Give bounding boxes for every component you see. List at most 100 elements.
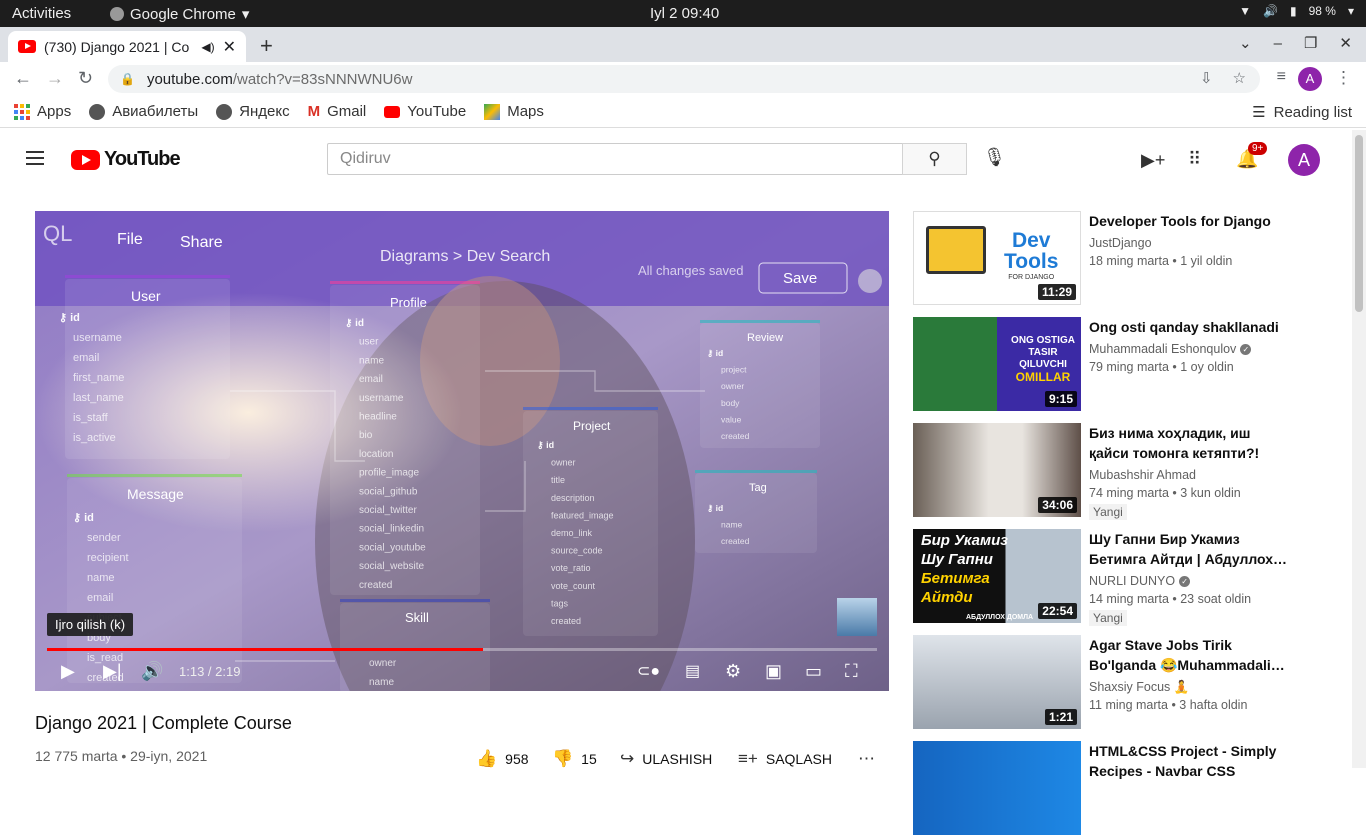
er-table-field: profile_image xyxy=(359,468,419,479)
youtube-logo[interactable]: YouTube xyxy=(71,148,181,171)
bookmark-apps[interactable]: Apps xyxy=(14,103,71,120)
subtitles-icon[interactable]: ▤ xyxy=(685,661,700,681)
maximize-button[interactable]: ❐ xyxy=(1304,34,1317,52)
search-input[interactable]: Qidiruv xyxy=(327,143,903,175)
chrome-menu-icon[interactable]: ⋮ xyxy=(1335,68,1352,88)
fullscreen-icon[interactable]: ⛶ xyxy=(845,661,858,682)
dislike-button[interactable]: 👎 15 xyxy=(552,749,597,769)
er-table-field: value xyxy=(721,414,742,424)
bookmark-gmail[interactable]: M Gmail xyxy=(308,103,367,120)
er-table-title: User xyxy=(131,288,161,304)
menu-icon[interactable] xyxy=(26,151,44,169)
er-table-field: demo_link xyxy=(551,528,593,538)
recommendation-item[interactable]: Бир Укамиз Шу Гапни Бетимга Айтди АБДУЛЛОХ Д… xyxy=(913,529,1343,626)
er-table-field: social_youtube xyxy=(359,542,426,553)
scrollbar-thumb[interactable] xyxy=(1355,135,1363,312)
reading-list-icon: ☰ xyxy=(1252,104,1266,121)
like-count: 958 xyxy=(505,751,529,767)
share-button[interactable]: ↪ ULASHISH xyxy=(620,749,712,769)
channel-name[interactable]: NURLI DUNYO ✓ xyxy=(1089,572,1289,590)
recommendation-title[interactable]: Биз нима хоҳладик, иш қайси томонга кетя… xyxy=(1089,423,1289,463)
microphone-icon[interactable]: 🎙 xyxy=(983,147,1006,168)
recommendation-item[interactable]: 34:06 Биз нима хоҳладик, иш қайси томонга… xyxy=(913,423,1343,520)
play-icon[interactable]: ▶ xyxy=(61,661,75,682)
profile-avatar[interactable]: A xyxy=(1298,67,1322,91)
er-table-field: created xyxy=(721,431,750,441)
lock-icon[interactable]: 🔒 xyxy=(120,72,135,86)
recommendation-item[interactable]: Dev Tools FOR DJANGO 11:29 Developer Tools f… xyxy=(913,211,1343,307)
bookmark-maps[interactable]: Maps xyxy=(484,103,544,120)
like-button[interactable]: 👍 958 xyxy=(476,749,529,769)
speaker-icon[interactable]: ◀) xyxy=(201,40,214,54)
er-table-field: social_linkedin xyxy=(359,524,424,535)
bookmark-label: Gmail xyxy=(327,103,367,120)
recommendation-item[interactable]: 1:21 Agar Stave Jobs Tirik Bo'lganda 😂Muh… xyxy=(913,635,1343,731)
install-icon[interactable]: ⇩ xyxy=(1200,69,1213,87)
miniplayer-icon[interactable]: ▣ xyxy=(765,661,782,682)
channel-name[interactable]: Muhammadali Eshonqulov ✓ xyxy=(1089,340,1289,358)
channel-label: Shaxsiy Focus 🧘 xyxy=(1089,680,1190,694)
bookmark-aviabilety[interactable]: Авиабилеты xyxy=(89,103,198,120)
system-tray[interactable]: ▼ 🔊 ▮ 98 % ▾ xyxy=(1239,4,1354,18)
next-icon[interactable]: ▶| xyxy=(103,661,122,682)
time-display: 1:13 / 2:19 xyxy=(179,664,241,679)
recommendation-thumbnail[interactable]: 1:21 xyxy=(913,635,1081,729)
forward-arrow-icon[interactable]: → xyxy=(46,68,64,89)
save-button[interactable]: ≡+ SAQLASH xyxy=(738,749,832,769)
recommendation-title[interactable]: Developer Tools for Django xyxy=(1089,211,1289,231)
recommendation-title[interactable]: HTML&CSS Project - Simply Recipes - Navb… xyxy=(1089,741,1289,781)
media-control-icon[interactable]: ≡ xyxy=(1277,68,1286,86)
er-table-field: recipient xyxy=(87,552,129,564)
settings-gear-icon[interactable]: ⚙ xyxy=(725,661,741,682)
close-window-button[interactable]: ✕ xyxy=(1339,34,1352,52)
channel-name[interactable]: JustDjango xyxy=(1089,234,1289,252)
more-actions-button[interactable]: ⋯ xyxy=(858,749,875,769)
recommendation-thumbnail[interactable]: Бир Укамиз Шу Гапни Бетимга Айтди АБДУЛЛОХ Д… xyxy=(913,529,1081,623)
video-player[interactable]: QL File Share Diagrams > Dev Search All … xyxy=(35,211,889,691)
recommendation-title[interactable]: Agar Stave Jobs Tirik Bo'lganda 😂Muhamma… xyxy=(1089,635,1289,675)
volume-icon[interactable]: 🔊 xyxy=(141,661,163,682)
back-arrow-icon[interactable]: ← xyxy=(14,68,32,89)
er-table-field: ⚷ id xyxy=(345,318,364,329)
recommendation-title[interactable]: Ong osti qanday shakllanadi xyxy=(1089,317,1289,337)
progress-bar[interactable] xyxy=(47,648,877,651)
channel-name[interactable]: Mubashshir Ahmad xyxy=(1089,466,1289,484)
er-table-field: ⚷ id xyxy=(707,348,723,358)
reload-icon[interactable]: ↻ xyxy=(78,68,93,89)
bookmark-youtube[interactable]: YouTube xyxy=(384,103,466,120)
recommendation-thumbnail[interactable] xyxy=(913,741,1081,835)
channel-name[interactable]: Shaxsiy Focus 🧘 xyxy=(1089,678,1289,696)
minimize-button[interactable]: – xyxy=(1274,35,1282,52)
battery-icon: ▮ xyxy=(1290,4,1297,18)
bookmark-yandex[interactable]: Яндекс xyxy=(216,103,290,120)
new-tab-button[interactable]: + xyxy=(260,33,273,59)
recommendation-item[interactable]: HTML&CSS Project - Simply Recipes - Navb… xyxy=(913,741,1343,837)
autoplay-toggle[interactable]: ⊂● xyxy=(637,661,660,681)
recommendation-thumbnail[interactable]: 34:06 xyxy=(913,423,1081,517)
create-video-icon[interactable]: ▶+ xyxy=(1141,150,1165,171)
clock[interactable]: Iyl 2 09:40 xyxy=(650,5,719,22)
activities-button[interactable]: Activities xyxy=(12,5,71,22)
er-table-field: last_name xyxy=(73,392,124,404)
recommendation-thumbnail[interactable]: ONG OSTIGA TASIR QILUVCHI OMILLAR 9:15 xyxy=(913,317,1081,411)
browser-tab-youtube[interactable]: (730) Django 2021 | Co ◀) ✕ xyxy=(8,31,246,62)
tab-search-icon[interactable]: ⌄ xyxy=(1239,34,1252,52)
close-tab-icon[interactable]: ✕ xyxy=(223,37,236,57)
chevron-down-icon: ▾ xyxy=(241,6,250,23)
address-bar[interactable]: 🔒 youtube.com/watch?v=83sNNNWNU6w ⇩ ☆ xyxy=(108,65,1260,93)
er-table-title: Skill xyxy=(405,610,429,625)
theater-mode-icon[interactable]: ▭ xyxy=(805,661,822,682)
account-avatar[interactable]: A xyxy=(1288,144,1320,176)
recommendation-item[interactable]: ONG OSTIGA TASIR QILUVCHI OMILLAR 9:15 Ong o… xyxy=(913,317,1343,413)
recommendation-title[interactable]: Шу Гапни Бир Укамиз Бетимга Айтди | Абду… xyxy=(1089,529,1289,569)
recommendation-thumbnail[interactable]: Dev Tools FOR DJANGO 11:29 xyxy=(913,211,1081,305)
bookmark-star-icon[interactable]: ☆ xyxy=(1233,69,1246,87)
url-path: /watch?v=83sNNNWNU6w xyxy=(232,70,413,88)
search-button[interactable]: ⚲ xyxy=(902,143,967,175)
apps-icon[interactable]: ⠿ xyxy=(1188,149,1201,170)
reading-list-button[interactable]: ☰ Reading list xyxy=(1252,103,1352,122)
globe-icon xyxy=(216,103,233,120)
app-menu[interactable]: Google Chrome ▾ xyxy=(110,5,249,23)
search-icon: ⚲ xyxy=(928,149,941,168)
page-scrollbar[interactable] xyxy=(1352,130,1366,768)
